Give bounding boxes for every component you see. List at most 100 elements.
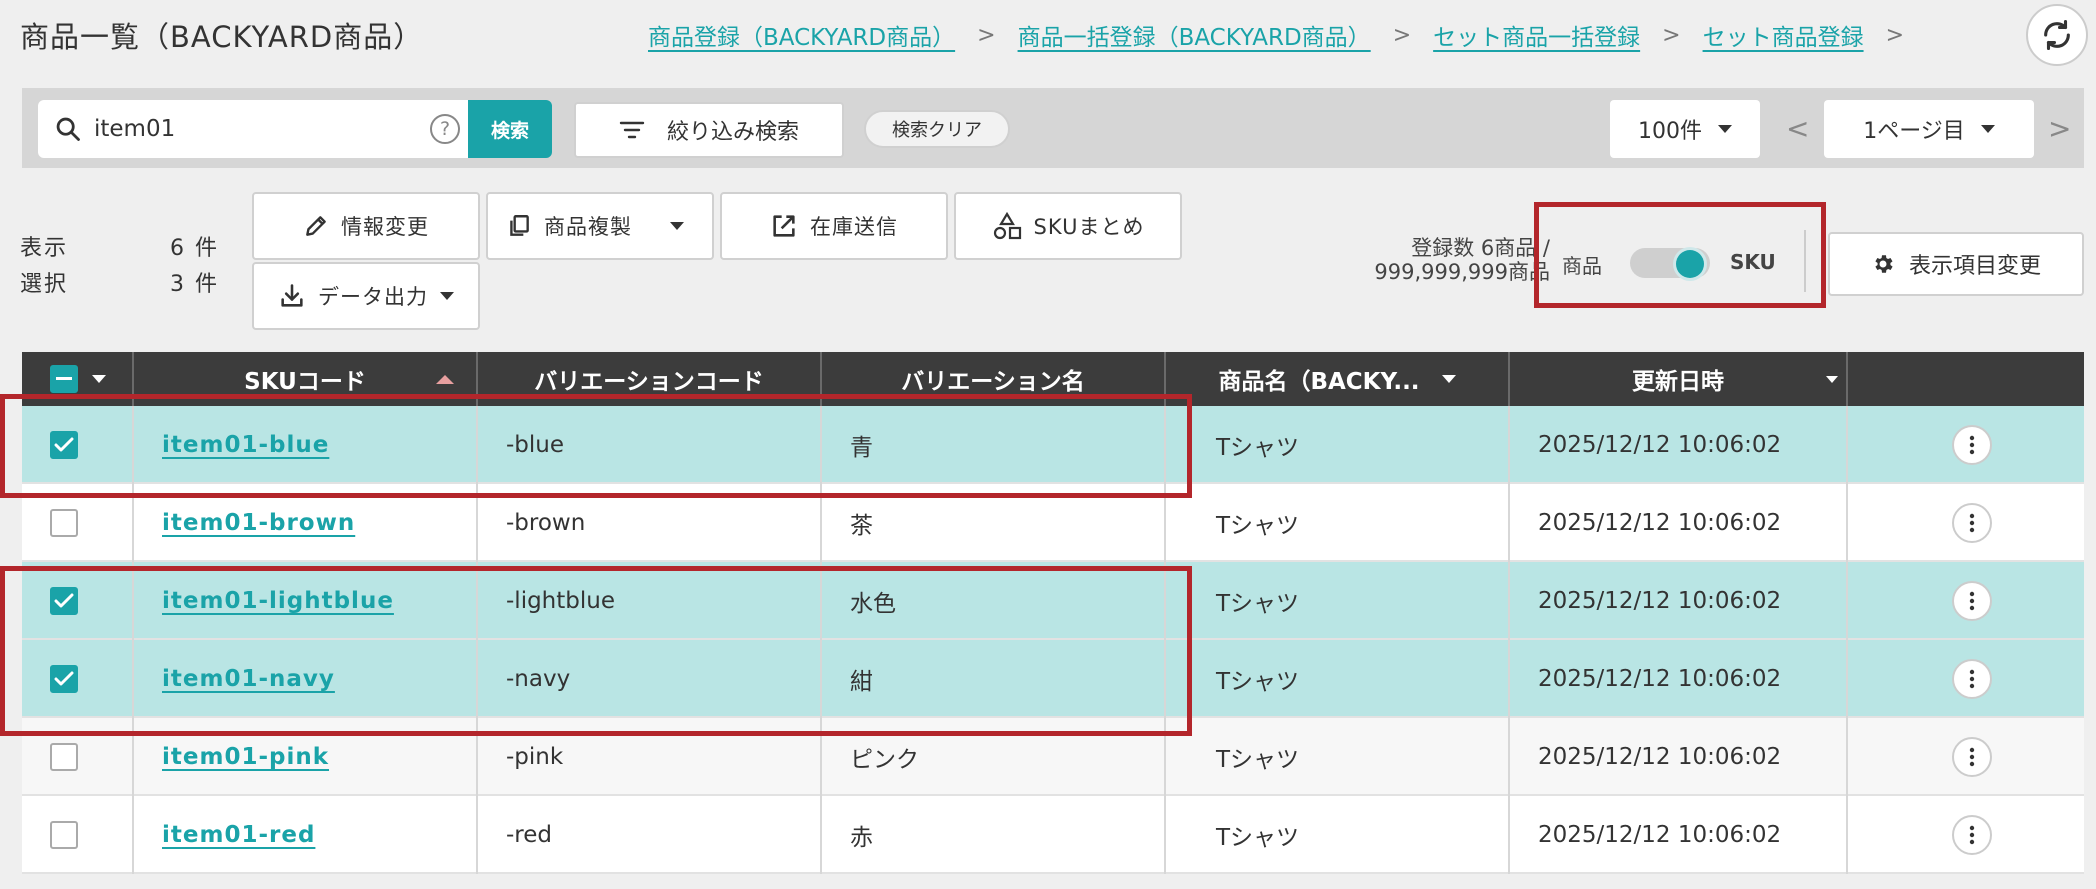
row-menu-button[interactable] (1952, 659, 1992, 699)
page-title: 商品一覧（BACKYARD商品） (20, 20, 424, 54)
sku-link[interactable]: item01-brown (162, 510, 355, 536)
search-box: ? (38, 100, 470, 158)
search-button[interactable]: 検索 (468, 100, 552, 158)
product-name-cell: Tシャツ (1166, 640, 1510, 718)
sku-link[interactable]: item01-pink (162, 744, 329, 770)
display-count-label: 表示 (20, 236, 69, 261)
registered-count-line2: 999,999,999商品 (1374, 260, 1550, 284)
updated-cell: 2025/12/12 10:06:02 (1510, 640, 1848, 718)
updated-cell: 2025/12/12 10:06:02 (1510, 562, 1848, 640)
updated-cell: 2025/12/12 10:06:02 (1510, 406, 1848, 484)
copy-icon (510, 215, 529, 236)
row-checkbox[interactable] (50, 743, 78, 771)
sort-asc-icon[interactable] (436, 374, 454, 384)
row-menu-button[interactable] (1952, 581, 1992, 621)
filter-icon (619, 121, 645, 139)
more-vertical-icon (1969, 669, 1975, 689)
registered-count-line1: 登録数 6商品 / (1411, 236, 1550, 260)
breadcrumb-set-register[interactable]: セット商品登録 (1703, 18, 1864, 52)
breadcrumb-separator: > (977, 22, 996, 48)
display-settings-button[interactable]: 表示項目変更 (1828, 232, 2084, 296)
table-row[interactable]: item01-red -red 赤 Tシャツ 2025/12/12 10:06:02 (22, 796, 2084, 874)
row-checkbox-cell (22, 796, 134, 874)
chevron-down-icon[interactable] (92, 375, 106, 383)
sku-link[interactable]: item01-red (162, 822, 315, 848)
breadcrumb-set-bulk-register[interactable]: セット商品一括登録 (1433, 18, 1640, 52)
chevron-down-icon (440, 292, 454, 300)
updated-cell: 2025/12/12 10:06:02 (1510, 484, 1848, 562)
row-menu-cell (1848, 718, 2084, 796)
per-page-select[interactable]: 100件 (1610, 100, 1760, 158)
breadcrumb-product-register[interactable]: 商品登録（BACKYARD商品） (648, 18, 955, 52)
more-vertical-icon (1969, 591, 1975, 611)
breadcrumb-separator: > (1662, 22, 1681, 48)
page-value: 1ページ目 (1863, 119, 1965, 144)
column-header-label: バリエーション名 (901, 369, 1085, 395)
filter-search-button[interactable]: 絞り込み検索 (574, 102, 844, 158)
product-name-cell: Tシャツ (1166, 562, 1510, 640)
search-clear-button[interactable]: 検索クリア (864, 110, 1010, 148)
selected-count-value: 3 件 (170, 272, 219, 297)
updated-cell: 2025/12/12 10:06:02 (1510, 718, 1848, 796)
breadcrumb-bulk-register[interactable]: 商品一括登録（BACKYARD商品） (1018, 18, 1371, 52)
row-menu-button[interactable] (1952, 737, 1992, 777)
column-header-label: 商品名（BACKY... (1218, 369, 1420, 395)
edit-info-label: 情報変更 (341, 215, 429, 239)
view-toggle-product-label: 商品 (1562, 254, 1602, 278)
prev-page-button[interactable]: < (1786, 112, 1809, 145)
sku-cell: item01-red (134, 796, 478, 874)
selection-highlight (0, 566, 1192, 736)
variation-name-cell: 赤 (822, 796, 1166, 874)
column-header-updated[interactable]: 更新日時 (1510, 352, 1848, 406)
divider (1804, 230, 1806, 292)
selection-highlight (0, 394, 1192, 498)
send-stock-button[interactable]: 在庫送信 (720, 192, 948, 260)
sku-merge-button[interactable]: SKUまとめ (954, 192, 1182, 260)
row-checkbox[interactable] (50, 821, 78, 849)
row-menu-button[interactable] (1952, 503, 1992, 543)
row-menu-button[interactable] (1952, 815, 1992, 855)
sort-desc-icon[interactable] (1826, 375, 1838, 383)
search-input[interactable] (94, 116, 394, 142)
more-vertical-icon (1969, 747, 1975, 767)
download-icon (281, 284, 303, 307)
export-button[interactable]: データ出力 (252, 262, 480, 330)
duplicate-button[interactable]: 商品複製 (486, 192, 714, 260)
send-stock-label: 在庫送信 (810, 215, 898, 239)
chevron-down-icon[interactable] (670, 222, 684, 230)
chevron-down-icon (1980, 125, 1995, 133)
row-menu-cell (1848, 562, 2084, 640)
column-header-label: 更新日時 (1632, 369, 1724, 395)
product-name-cell: Tシャツ (1166, 718, 1510, 796)
edit-info-button[interactable]: 情報変更 (252, 192, 480, 260)
minus-icon (56, 377, 72, 380)
refresh-button[interactable] (2026, 4, 2088, 66)
product-name-cell: Tシャツ (1166, 796, 1510, 874)
select-all-checkbox[interactable] (50, 365, 78, 393)
page-select[interactable]: 1ページ目 (1824, 100, 2034, 158)
filter-search-label: 絞り込み検索 (666, 120, 799, 145)
column-header-label: SKUコード (244, 369, 366, 395)
row-checkbox[interactable] (50, 509, 78, 537)
chevron-down-icon[interactable] (1441, 375, 1456, 383)
display-count-value: 6 件 (170, 236, 219, 261)
sku-merge-label: SKUまとめ (1033, 215, 1145, 239)
help-icon[interactable]: ? (430, 114, 460, 144)
more-vertical-icon (1969, 825, 1975, 845)
export-label: データ出力 (318, 285, 428, 309)
row-menu-cell (1848, 796, 2084, 874)
gear-icon (1875, 255, 1893, 273)
next-page-button[interactable]: > (2048, 112, 2071, 145)
chevron-down-icon (1718, 125, 1732, 133)
breadcrumb-separator: > (1885, 22, 1904, 48)
view-toggle-sku-label: SKU (1730, 250, 1776, 274)
updated-cell: 2025/12/12 10:06:02 (1510, 796, 1848, 874)
more-vertical-icon (1969, 513, 1975, 533)
refresh-icon (2044, 19, 2070, 51)
stock-send-icon (773, 215, 795, 237)
variation-code-cell: -red (478, 796, 822, 874)
view-toggle-knob[interactable] (1676, 250, 1704, 278)
column-header-product-name[interactable]: 商品名（BACKY... (1166, 352, 1510, 406)
row-menu-button[interactable] (1952, 425, 1992, 465)
registered-count: 登録数 6商品 / 999,999,999商品 (1320, 236, 1550, 284)
